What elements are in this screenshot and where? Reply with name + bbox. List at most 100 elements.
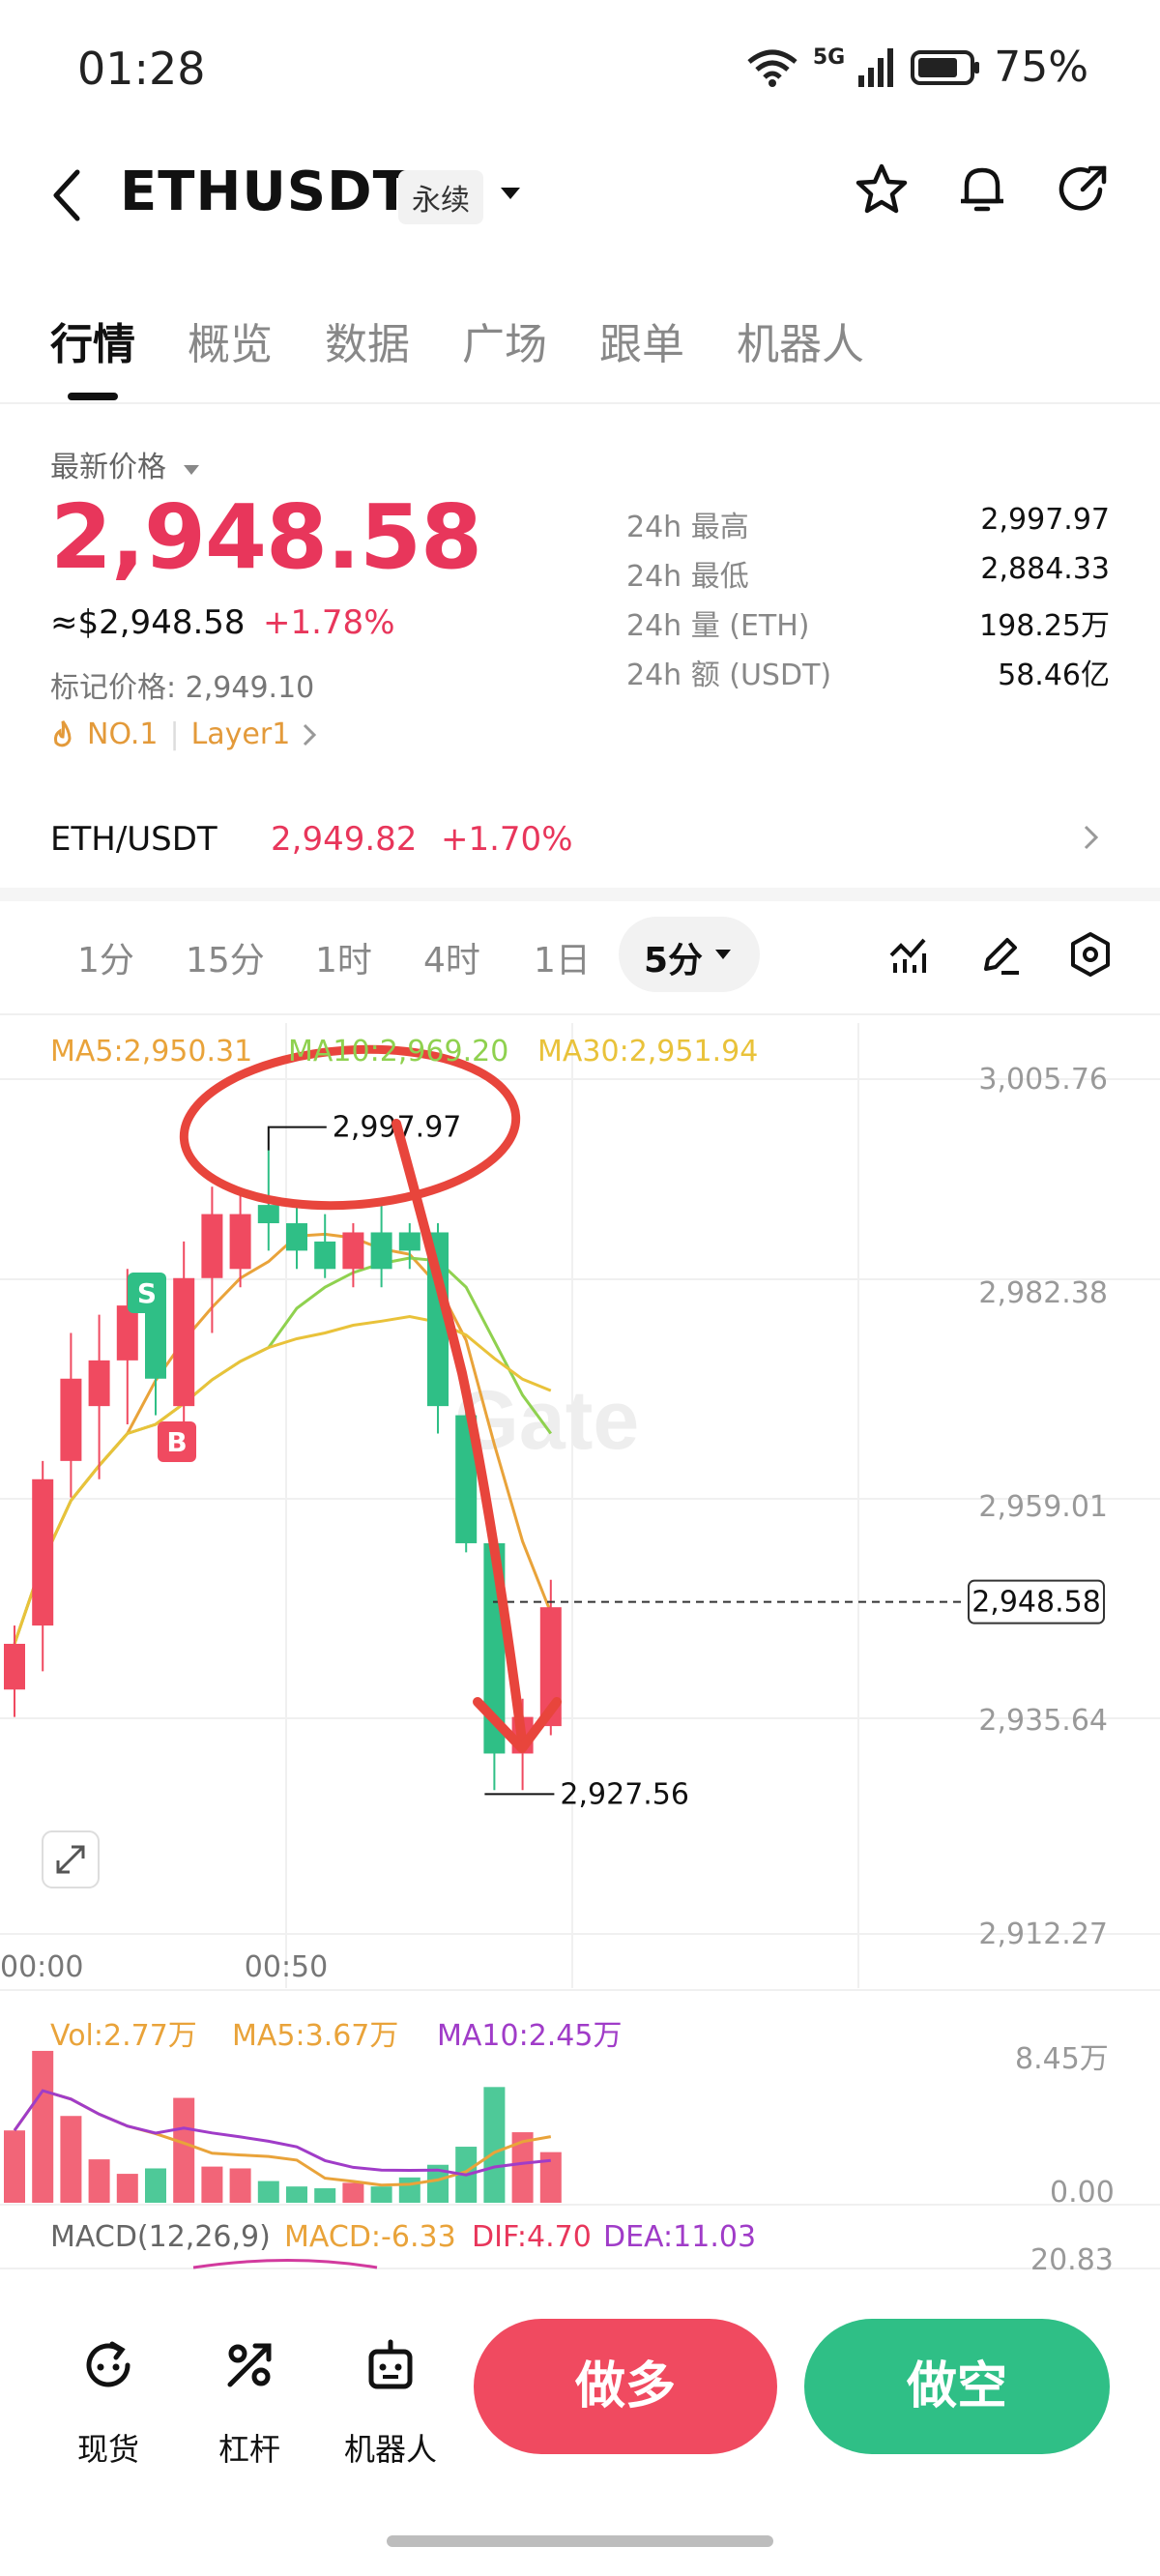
- contract-type-badge[interactable]: 永续: [398, 170, 483, 224]
- star-icon[interactable]: [853, 161, 911, 219]
- latest-price-label-text: 最新价格: [50, 451, 166, 484]
- low-annotation: 2,927.56: [484, 1777, 689, 1811]
- sell-signal-label: S: [137, 1277, 157, 1309]
- volume-bar: [229, 2168, 251, 2203]
- tab-square[interactable]: 广场: [462, 309, 547, 371]
- volume-bar: [173, 2097, 195, 2203]
- rank-badge: NO.1: [87, 717, 159, 751]
- tab-copy-trade[interactable]: 跟单: [599, 309, 684, 371]
- stat-label: 24h 最低: [626, 560, 749, 594]
- stat-value: 2,884.33: [980, 552, 1110, 586]
- volume-bar: [201, 2166, 223, 2203]
- candle-body: [314, 1241, 336, 1270]
- main-tabs: 行情 概览 数据 广场 跟单 机器人: [0, 300, 1160, 406]
- back-icon[interactable]: [48, 166, 87, 224]
- leverage-icon: [227, 2343, 272, 2387]
- dif-value: DIF:4.70: [472, 2220, 592, 2254]
- volume-bar: [314, 2188, 336, 2203]
- bell-icon[interactable]: [953, 161, 1011, 219]
- spot-nav-button[interactable]: 现货: [50, 2332, 166, 2468]
- home-indicator[interactable]: [387, 2535, 773, 2547]
- sell-signal[interactable]: S: [128, 1273, 166, 1313]
- signal-icon: [858, 47, 894, 87]
- tab-market[interactable]: 行情: [50, 309, 135, 371]
- leverage-nav-button[interactable]: 杠杆: [191, 2332, 307, 2468]
- status-icons: 5G 75%: [745, 43, 1088, 92]
- volume-bar: [88, 2159, 110, 2203]
- volume-bar: [257, 2181, 279, 2203]
- settings-hex-icon[interactable]: [1067, 930, 1114, 979]
- approx-usd-price: ≈$2,948.58: [50, 603, 246, 642]
- ma5-legend: MA5:2,950.31: [50, 1035, 253, 1068]
- network-label: 5G: [812, 45, 846, 70]
- indicator-icon[interactable]: [887, 932, 932, 977]
- status-time: 01:28: [77, 43, 206, 95]
- spot-icon: [86, 2341, 130, 2387]
- tab-overview[interactable]: 概览: [188, 309, 273, 371]
- last-price-tag-text: 2,948.58: [972, 1586, 1101, 1620]
- stat-high: 24h 最高 2,997.97: [626, 503, 1110, 552]
- last-price-tag: 2,948.58: [968, 1579, 1105, 1625]
- wifi-icon: [747, 49, 798, 87]
- status-bar: 01:28 5G 75%: [0, 0, 1160, 145]
- interval-15m[interactable]: 15分: [186, 932, 265, 982]
- tab-bots[interactable]: 机器人: [737, 309, 864, 371]
- interval-1h[interactable]: 1时: [315, 932, 372, 982]
- price-change-percent: +1.78%: [263, 603, 395, 642]
- macd-curve: [192, 2259, 378, 2269]
- robot-nav-button[interactable]: 机器人: [333, 2332, 449, 2468]
- stat-value: 2,997.97: [980, 503, 1110, 537]
- category-tag: Layer1: [190, 717, 291, 751]
- chevron-down-icon[interactable]: [499, 186, 522, 201]
- leverage-nav-label: 杠杆: [218, 2431, 280, 2468]
- volume-bar: [116, 2174, 138, 2203]
- divider: [0, 402, 1160, 404]
- section-separator: [0, 888, 1160, 901]
- latest-price-label[interactable]: 最新价格: [50, 443, 201, 485]
- interval-4h[interactable]: 4时: [423, 932, 480, 982]
- volume-bar: [32, 2050, 54, 2203]
- kline-chart[interactable]: Gate 3,005.762,982.382,959.012,935.642,9…: [0, 1015, 1160, 2272]
- candle-body: [88, 1360, 110, 1407]
- interval-selector[interactable]: 5分: [619, 917, 760, 992]
- buy-signal[interactable]: B: [158, 1421, 196, 1462]
- interval-1d[interactable]: 1日: [534, 932, 591, 982]
- ma30-legend: MA30:2,951.94: [537, 1035, 759, 1068]
- long-button[interactable]: 做多: [474, 2319, 777, 2454]
- dea-value: DEA:11.03: [603, 2220, 757, 2254]
- vol-ma10-legend: MA10:2.45万: [437, 2019, 623, 2053]
- battery-icon: [911, 49, 980, 85]
- x-tick-label: 00:50: [245, 1950, 328, 1984]
- candle-body: [32, 1478, 54, 1626]
- chevron-down-icon: [715, 950, 731, 959]
- stat-label: 24h 量 (ETH): [626, 609, 810, 643]
- candle-body: [398, 1232, 420, 1251]
- share-icon[interactable]: [1054, 161, 1112, 219]
- volume-bar: [483, 2087, 506, 2203]
- buy-signal-label: B: [166, 1426, 187, 1458]
- y-tick-label: 2,959.01: [978, 1490, 1108, 1524]
- stat-value: 58.46亿: [998, 659, 1110, 692]
- vol-tick-max: 8.45万: [1015, 2042, 1109, 2076]
- rank-row[interactable]: NO.1 | Layer1: [50, 717, 317, 751]
- stat-label: 24h 最高: [626, 511, 749, 544]
- candle-body: [60, 1378, 82, 1461]
- tab-data[interactable]: 数据: [325, 309, 410, 371]
- expand-icon[interactable]: [42, 1830, 100, 1888]
- selected-interval: 5分: [644, 941, 704, 981]
- interval-1m[interactable]: 1分: [77, 932, 134, 982]
- candle-body: [116, 1305, 138, 1361]
- vol-ma5-legend: MA5:3.67万: [232, 2019, 399, 2053]
- macd-value: MACD:-6.33: [284, 2220, 456, 2254]
- robot-icon: [368, 2339, 413, 2389]
- spot-pair-change: +1.70%: [441, 820, 573, 859]
- volume-bar: [286, 2186, 307, 2203]
- symbol-title[interactable]: ETHUSDT: [120, 161, 411, 223]
- short-button[interactable]: 做空: [804, 2319, 1110, 2454]
- candle-body: [4, 1643, 25, 1690]
- volume-bar: [398, 2177, 420, 2203]
- candle-body: [286, 1223, 307, 1251]
- chevron-right-icon: [1084, 825, 1099, 850]
- draw-pencil-icon[interactable]: [978, 932, 1023, 977]
- candle-body: [370, 1232, 392, 1270]
